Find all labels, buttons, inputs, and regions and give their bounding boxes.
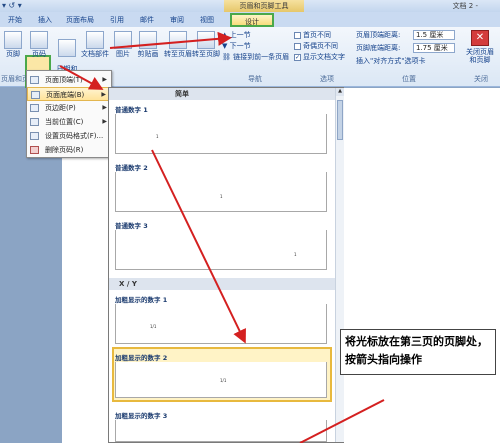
page-number-icon xyxy=(30,31,48,49)
tab-references[interactable]: 引用 xyxy=(106,13,128,27)
first-page-different-checkbox[interactable]: 首页不同 xyxy=(294,30,331,40)
tab-home[interactable]: 开始 xyxy=(4,13,26,27)
goto-header-button[interactable]: 转至页眉 xyxy=(164,31,192,59)
clipart-icon xyxy=(139,31,157,49)
gallery-item-label: 普通数字 1 xyxy=(115,106,148,114)
insert-alignment-tab-button[interactable]: 插入"对齐方式"选项卡 xyxy=(356,56,425,66)
submenu-arrow-icon: ▶ xyxy=(101,91,106,98)
menu-item-remove-page-numbers[interactable]: 删除页码(R) xyxy=(27,143,111,157)
tab-page-layout[interactable]: 页面布局 xyxy=(62,13,98,27)
group-label-nav: 导航 xyxy=(248,75,262,83)
annotation-callout: 将光标放在第三页的页脚处，按箭头指向操作 xyxy=(340,329,496,375)
menu-item-page-bottom[interactable]: 页面底端(B) ▶ xyxy=(27,87,111,101)
page-bottom-gallery: 简单 普通数字 1 1 普通数字 2 1 普通数字 3 1 X / Y 加粗显示… xyxy=(108,87,344,443)
picture-button[interactable]: 图片 xyxy=(112,31,134,59)
goto-header-icon xyxy=(169,31,187,49)
quick-access-toolbar[interactable]: ▾ ↺ ▾ xyxy=(2,1,22,10)
page-margins-icon xyxy=(30,104,39,112)
close-header-footer-button[interactable]: ✕ 关闭页眉 和页脚 xyxy=(462,30,498,70)
gallery-item-plain-number-1[interactable]: 1 xyxy=(115,114,327,154)
page-top-icon xyxy=(30,76,39,84)
scrollbar-thumb[interactable] xyxy=(337,100,343,140)
gallery-item-label: 普通数字 2 xyxy=(115,164,148,172)
ribbon-tab-row: 开始 插入 页面布局 引用 邮件 审阅 视图 设计 xyxy=(0,12,500,27)
page-bottom-icon xyxy=(31,91,40,99)
remove-icon xyxy=(30,146,39,154)
group-label-close: 关闭 xyxy=(474,75,488,83)
tab-insert[interactable]: 插入 xyxy=(34,13,56,27)
submenu-arrow-icon: ▶ xyxy=(102,118,107,125)
arrow-down-icon: ▼ xyxy=(222,42,228,50)
gallery-page-number: 1/1 xyxy=(220,378,227,383)
goto-footer-button[interactable]: 转至页脚 xyxy=(192,31,220,59)
gallery-item-label: 加粗显示的数字 2 xyxy=(115,354,168,362)
calendar-icon xyxy=(58,39,76,57)
gallery-item-plain-number-2[interactable]: 1 xyxy=(115,172,327,212)
gallery-page-number: 1 xyxy=(294,252,297,257)
gallery-scrollbar[interactable]: ▲ xyxy=(335,88,344,442)
close-icon: ✕ xyxy=(471,30,489,46)
next-section-button[interactable]: ▼ 下一节 xyxy=(222,41,251,51)
gallery-item-label: 加粗显示的数字 3 xyxy=(115,412,168,420)
gallery-item-bold-number-3[interactable] xyxy=(115,420,327,442)
tab-design[interactable]: 设计 xyxy=(230,13,274,27)
doc-parts-icon xyxy=(86,31,104,49)
menu-item-current-position[interactable]: 当前位置(C) ▶ xyxy=(27,115,111,129)
tab-view[interactable]: 视图 xyxy=(196,13,218,27)
header-distance-input[interactable]: 1.5 厘米 xyxy=(413,30,455,40)
footer-icon xyxy=(4,31,22,49)
show-document-text-checkbox[interactable]: ✓ 显示文档文字 xyxy=(294,52,345,62)
gallery-item-bold-number-1[interactable]: 1/1 xyxy=(115,304,327,344)
footer-button[interactable]: 页脚 xyxy=(2,31,24,59)
document-title: 文档 2 - xyxy=(452,2,478,10)
footer-distance-input[interactable]: 1.75 厘米 xyxy=(413,43,455,53)
menu-item-page-margins[interactable]: 页边距(P) ▶ xyxy=(27,101,111,115)
link-to-previous-button[interactable]: ⛓ 链接到前一条页眉 xyxy=(222,52,289,62)
tab-review[interactable]: 审阅 xyxy=(166,13,188,27)
gallery-item-label: 普通数字 3 xyxy=(115,222,148,230)
tab-mailings[interactable]: 邮件 xyxy=(136,13,158,27)
header-distance-label: 页眉顶端距离: xyxy=(356,31,401,39)
page-number-button[interactable]: 页码 xyxy=(28,31,50,59)
goto-footer-icon xyxy=(197,31,215,49)
footer-distance-label: 页脚底端距离: xyxy=(356,44,401,52)
menu-item-format-page-numbers[interactable]: 设置页码格式(F)... xyxy=(27,129,111,143)
gallery-page-number: 1 xyxy=(156,134,159,139)
gallery-section-header-xy: X / Y xyxy=(109,278,335,290)
scroll-up-icon[interactable]: ▲ xyxy=(336,88,344,96)
gallery-section-header-simple: 简单 xyxy=(109,88,335,100)
context-tool-group-title: 页眉和页脚工具 xyxy=(224,0,304,12)
link-icon: ⛓ xyxy=(222,53,231,61)
gallery-item-bold-number-2[interactable]: 1/1 xyxy=(115,362,327,398)
page-number-menu: 页面顶端(T) ▶ 页面底端(B) ▶ 页边距(P) ▶ 当前位置(C) ▶ 设… xyxy=(26,70,112,158)
current-position-icon xyxy=(30,118,39,126)
odd-even-different-checkbox[interactable]: 奇偶页不同 xyxy=(294,41,338,51)
group-label-options: 选项 xyxy=(320,75,334,83)
format-icon xyxy=(30,132,39,140)
clipart-button[interactable]: 剪贴画 xyxy=(134,31,162,59)
gallery-page-number: 1 xyxy=(220,194,223,199)
arrow-up-icon: ▲ xyxy=(222,31,228,39)
group-label-position: 位置 xyxy=(402,75,416,83)
prev-section-button[interactable]: ▲ 上一节 xyxy=(222,30,251,40)
gallery-item-label: 加粗显示的数字 1 xyxy=(115,296,168,304)
picture-icon xyxy=(114,31,132,49)
submenu-arrow-icon: ▶ xyxy=(102,76,107,83)
submenu-arrow-icon: ▶ xyxy=(102,104,107,111)
menu-item-page-top[interactable]: 页面顶端(T) ▶ xyxy=(27,73,111,87)
gallery-page-number: 1/1 xyxy=(150,324,157,329)
doc-parts-button[interactable]: 文档部件 xyxy=(80,31,110,59)
title-bar: ▾ ↺ ▾ 页眉和页脚工具 文档 2 - xyxy=(0,0,500,12)
gallery-item-plain-number-3[interactable]: 1 xyxy=(115,230,327,270)
